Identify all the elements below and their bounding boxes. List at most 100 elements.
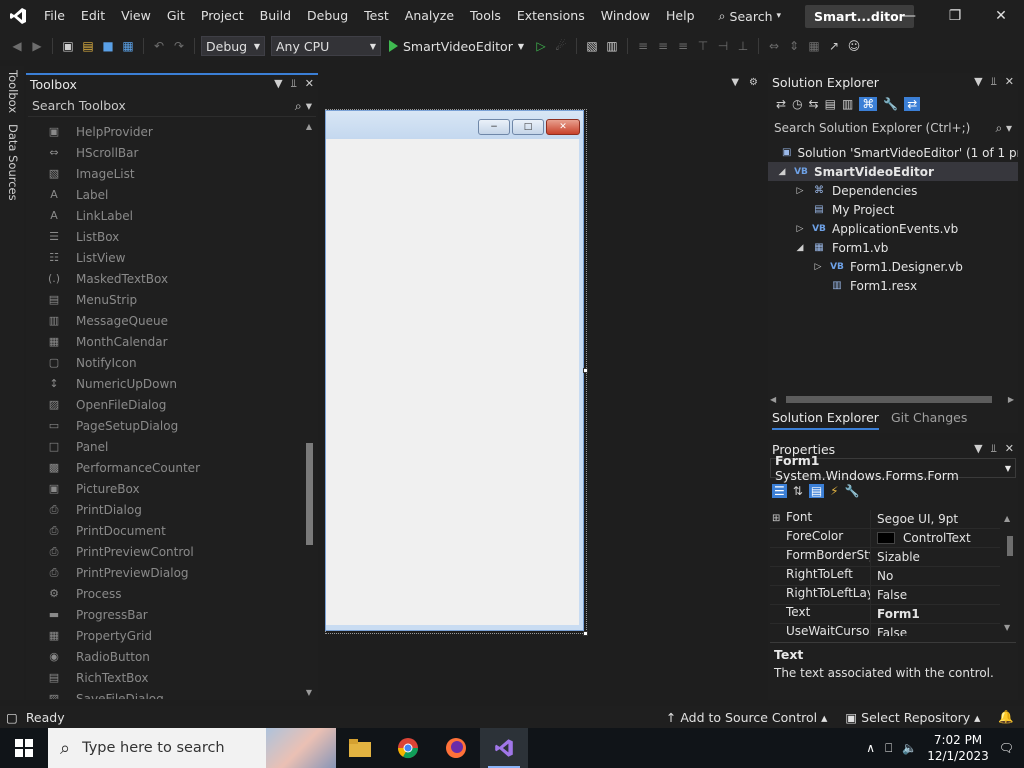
minimize-button[interactable]: — [886, 0, 932, 32]
search-menu[interactable]: ⌕ Search ▾ [711, 0, 790, 32]
scroll-down-icon[interactable]: ▼ [304, 687, 314, 697]
scroll-left-icon[interactable]: ◀ [770, 395, 776, 404]
form1-design-window[interactable]: − □ ✕ [325, 110, 584, 631]
redo-icon[interactable]: ↷ [170, 37, 188, 55]
toolbox-item[interactable]: ▢ NotifyIcon [26, 352, 304, 373]
select-repository-button[interactable]: ▣ Select Repository ▴ [845, 710, 980, 725]
notifications-bell-icon[interactable]: 🔔 [998, 709, 1014, 725]
collapsed-arrow-icon[interactable]: ▷ [812, 262, 824, 272]
dropdown-icon[interactable]: ▼ [731, 77, 739, 88]
property-row[interactable]: UseWaitCursor False [770, 624, 1000, 636]
menu-item-test[interactable]: Test [356, 0, 397, 32]
property-value[interactable]: Segoe UI, 9pt [870, 510, 1000, 528]
collapsed-arrow-icon[interactable]: ▷ [794, 224, 806, 234]
scroll-up-icon[interactable]: ▲ [1004, 514, 1016, 523]
menu-item-git[interactable]: Git [159, 0, 193, 32]
taskbar-search-input[interactable]: ⌕ Type here to search [48, 728, 336, 768]
toolbox-item[interactable]: □ Panel [26, 436, 304, 457]
save-icon[interactable]: ■ [99, 37, 117, 55]
sync-icon[interactable]: ⇄ [776, 97, 786, 111]
scrollbar-thumb[interactable] [306, 443, 313, 545]
toolbox-item[interactable]: ▤ MenuStrip [26, 289, 304, 310]
feedback-icon[interactable]: ☺ [845, 37, 863, 55]
toolbox-item[interactable]: ▤ RichTextBox [26, 667, 304, 688]
dropdown-icon[interactable]: ▼ [974, 75, 982, 89]
close-button[interactable]: ✕ [978, 0, 1024, 32]
back-icon[interactable]: ◀ [8, 37, 26, 55]
properties-icon[interactable]: ▤ [808, 484, 825, 498]
menu-item-project[interactable]: Project [193, 0, 252, 32]
chrome-icon[interactable] [384, 728, 432, 768]
start-debugging-button[interactable]: SmartVideoEditor ▼ [383, 39, 530, 54]
firefox-icon[interactable] [432, 728, 480, 768]
scrollbar-thumb[interactable] [1007, 536, 1013, 556]
form-client-area[interactable] [326, 139, 579, 625]
toolbox-item[interactable]: ▦ MonthCalendar [26, 331, 304, 352]
history-icon[interactable]: ◷ [792, 97, 802, 111]
menu-item-edit[interactable]: Edit [73, 0, 113, 32]
property-row[interactable]: RightToLeft No [770, 567, 1000, 586]
show-all-files-icon[interactable]: ▥ [842, 97, 853, 111]
align-left-icon[interactable]: ≡ [634, 37, 652, 55]
toolbox-item[interactable]: ▣ HelpProvider [26, 121, 304, 142]
menu-item-analyze[interactable]: Analyze [397, 0, 462, 32]
menu-item-window[interactable]: Window [593, 0, 658, 32]
toolbox-item[interactable]: ▨ SaveFileDialog [26, 688, 304, 700]
solution-horizontal-scrollbar[interactable]: ◀ ▶ [770, 393, 1014, 405]
resize-handle-right[interactable] [583, 368, 588, 373]
toolbox-item[interactable]: ☰ ListBox [26, 226, 304, 247]
undo-icon[interactable]: ↶ [150, 37, 168, 55]
menu-item-extensions[interactable]: Extensions [509, 0, 593, 32]
chevron-up-icon[interactable]: ∧ [866, 741, 875, 755]
switch-views-icon[interactable]: ⌘ [859, 97, 878, 111]
toolbox-item[interactable]: ⎙ PrintPreviewDialog [26, 562, 304, 583]
forward-icon[interactable]: ▶ [28, 37, 46, 55]
expand-plus-icon[interactable]: ⊞ [772, 513, 780, 524]
share-icon[interactable]: ↗ [825, 37, 843, 55]
toolbox-item[interactable]: ▬ ProgressBar [26, 604, 304, 625]
expanded-arrow-icon[interactable]: ◢ [776, 167, 788, 177]
collapse-all-icon[interactable]: ▤ [825, 97, 836, 111]
align-middle-icon[interactable]: ⊣ [714, 37, 732, 55]
scroll-up-icon[interactable]: ▲ [304, 121, 314, 131]
property-row[interactable]: ForeColor ControlText [770, 529, 1000, 548]
toolbox-search-input[interactable]: Search Toolbox ⌕ ▾ [28, 95, 316, 117]
property-value[interactable]: Sizable [870, 548, 1000, 566]
new-project-icon[interactable]: ▣ [59, 37, 77, 55]
solution-search-input[interactable]: Search Solution Explorer (Ctrl+;) ⌕ ▾ [770, 117, 1016, 139]
tab-toolbox-vertical[interactable]: Toolbox [6, 70, 20, 113]
scroll-down-icon[interactable]: ▼ [1004, 623, 1010, 632]
open-folder-icon[interactable]: ▤ [79, 37, 97, 55]
tab-git-changes[interactable]: Git Changes [891, 410, 967, 430]
property-pages-wrench-icon[interactable]: 🔧 [845, 484, 860, 498]
scrollbar-thumb[interactable] [786, 396, 992, 403]
property-value[interactable]: False [870, 586, 1000, 604]
toolbox-item[interactable]: ⎙ PrintDialog [26, 499, 304, 520]
platform-select[interactable]: Any CPU ▼ [271, 36, 381, 56]
collapsed-arrow-icon[interactable]: ▷ [794, 186, 806, 196]
properties-object-select[interactable]: Form1 System.Windows.Forms.Form ▼ [770, 453, 1016, 483]
toolbox-item[interactable]: ⎙ PrintDocument [26, 520, 304, 541]
property-value[interactable]: No [870, 567, 1000, 585]
property-value[interactable]: False [870, 624, 1000, 636]
layout-icon[interactable]: ▥ [603, 37, 621, 55]
save-all-icon[interactable]: ▦ [119, 37, 137, 55]
gear-icon[interactable]: ⚙ [749, 77, 758, 88]
grid-icon[interactable]: ▦ [805, 37, 823, 55]
toolbox-item[interactable]: ▣ PictureBox [26, 478, 304, 499]
back-icon[interactable]: ⇆ [809, 97, 819, 111]
same-height-icon[interactable]: ⇕ [785, 37, 803, 55]
file-explorer-icon[interactable] [336, 728, 384, 768]
property-row[interactable]: RightToLeftLayoutFalse [770, 586, 1000, 605]
scroll-right-icon[interactable]: ▶ [1008, 395, 1014, 404]
tree-item[interactable]: ▤ My Project [768, 200, 1018, 219]
property-row[interactable]: ⊞ Font Segoe UI, 9pt [770, 510, 1000, 529]
toolbox-item[interactable]: (.) MaskedTextBox [26, 268, 304, 289]
menu-item-tools[interactable]: Tools [462, 0, 509, 32]
dropdown-icon[interactable]: ▼ [274, 77, 282, 91]
properties-wrench-icon[interactable]: 🔧 [883, 97, 898, 111]
network-icon[interactable]: ⎕ [885, 741, 892, 756]
toolbox-item[interactable]: A LinkLabel [26, 205, 304, 226]
toolbox-item[interactable]: ⎙ PrintPreviewControl [26, 541, 304, 562]
pin-icon[interactable]: ⫫ [291, 77, 297, 91]
